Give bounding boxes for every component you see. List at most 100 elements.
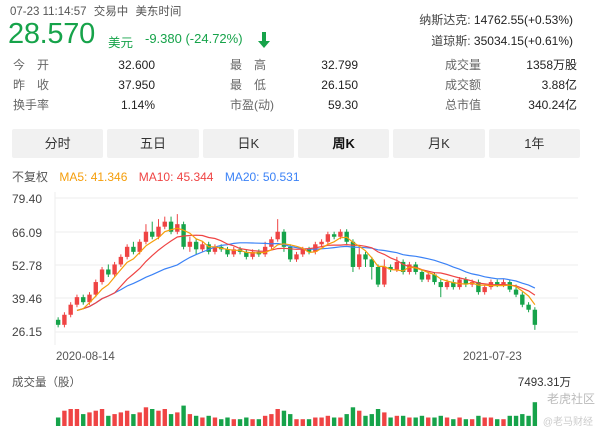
volume-bar — [413, 417, 418, 426]
candle-body — [444, 282, 450, 288]
volume-bar — [394, 415, 400, 426]
volume-bar — [87, 412, 92, 426]
candle-body — [394, 261, 400, 270]
candle-body — [68, 304, 73, 315]
volume-bar — [331, 417, 337, 426]
candle-body — [375, 266, 381, 285]
candle-body — [269, 239, 274, 247]
volume-bar — [438, 415, 443, 426]
volume-bar — [532, 402, 538, 426]
volume-bar — [175, 412, 180, 426]
volume-bar — [99, 409, 105, 426]
candle-body — [99, 269, 105, 283]
volume-bar — [112, 414, 117, 426]
volume-bar — [143, 407, 149, 426]
volume-bar — [231, 419, 236, 426]
candle-body — [520, 294, 525, 305]
ma20-line — [76, 242, 536, 311]
candle-body — [338, 231, 343, 237]
volume-bar — [488, 417, 494, 426]
volume-bar — [187, 414, 193, 426]
volume-bar — [520, 414, 525, 426]
candle-body — [363, 254, 368, 260]
volume-bar — [206, 415, 211, 426]
volume-bar — [294, 419, 299, 426]
volume-bar — [269, 414, 274, 426]
candlestick-chart[interactable] — [0, 0, 603, 434]
volume-bar — [388, 417, 393, 426]
volume-bar — [162, 409, 167, 426]
volume-bar — [219, 419, 224, 426]
volume-bar — [451, 419, 456, 426]
candle-body — [200, 244, 205, 250]
volume-bar — [350, 407, 356, 426]
volume-bar — [288, 414, 293, 426]
volume-bar — [495, 419, 500, 426]
candle-body — [187, 241, 193, 247]
candle-body — [319, 241, 324, 245]
volume-bar — [501, 419, 506, 426]
candle-body — [81, 297, 86, 303]
volume-bar — [338, 417, 343, 426]
volume-bar — [382, 412, 387, 426]
volume-bar — [375, 409, 381, 426]
candle-body — [55, 319, 61, 325]
volume-bar — [319, 417, 324, 426]
volume-bar — [275, 409, 280, 426]
volume-title: 成交量（股） — [12, 377, 81, 389]
volume-bar — [93, 410, 98, 426]
candle-body — [438, 282, 443, 288]
candle-body — [331, 234, 337, 237]
candle-body — [275, 231, 280, 240]
volume-bar — [419, 415, 425, 426]
volume-bar — [444, 417, 450, 426]
volume-bar — [212, 417, 218, 426]
volume-bar — [325, 415, 331, 426]
volume-bar — [74, 409, 80, 426]
volume-bar — [400, 415, 406, 426]
volume-bar — [457, 417, 462, 426]
volume-bar — [344, 414, 349, 426]
volume-bar — [407, 417, 412, 426]
volume-bar — [306, 419, 312, 426]
volume-bar — [256, 419, 262, 426]
volume-bar — [156, 410, 161, 426]
volume-bar — [369, 414, 374, 426]
volume-bar — [168, 414, 174, 426]
volume-bar — [118, 412, 124, 426]
volume-bar — [181, 405, 186, 426]
volume-bar — [426, 417, 431, 426]
volume-bar — [363, 415, 368, 426]
candle-body — [382, 266, 387, 285]
candle-body — [112, 264, 117, 275]
candle-body — [482, 287, 487, 293]
candle-body — [294, 254, 299, 260]
volume-bar — [469, 419, 475, 426]
candle-body — [162, 221, 167, 227]
volume-bar — [200, 417, 205, 426]
candle-body — [532, 309, 538, 325]
candle-body — [74, 297, 80, 305]
volume-bar — [193, 415, 199, 426]
volume-bar — [250, 419, 255, 426]
candle-body — [124, 246, 130, 257]
candle-body — [526, 304, 531, 310]
candle-body — [357, 254, 362, 267]
volume-bar — [137, 412, 142, 426]
x-start-date: 2020-08-14 — [56, 351, 115, 363]
watermark-author: @老马财经 — [542, 417, 593, 428]
volume-bar — [225, 417, 230, 426]
volume-bar — [131, 414, 136, 426]
candle-body — [300, 249, 305, 255]
volume-bar — [526, 415, 531, 426]
candle-body — [143, 231, 149, 242]
candle-body — [419, 271, 425, 280]
volume-bar — [244, 417, 249, 426]
candle-body — [106, 269, 111, 275]
volume-bar — [357, 410, 362, 426]
candle-body — [131, 246, 136, 252]
candle-body — [150, 231, 155, 237]
volume-bar — [432, 417, 437, 426]
volume-bar — [124, 410, 130, 426]
candle-body — [62, 314, 67, 325]
